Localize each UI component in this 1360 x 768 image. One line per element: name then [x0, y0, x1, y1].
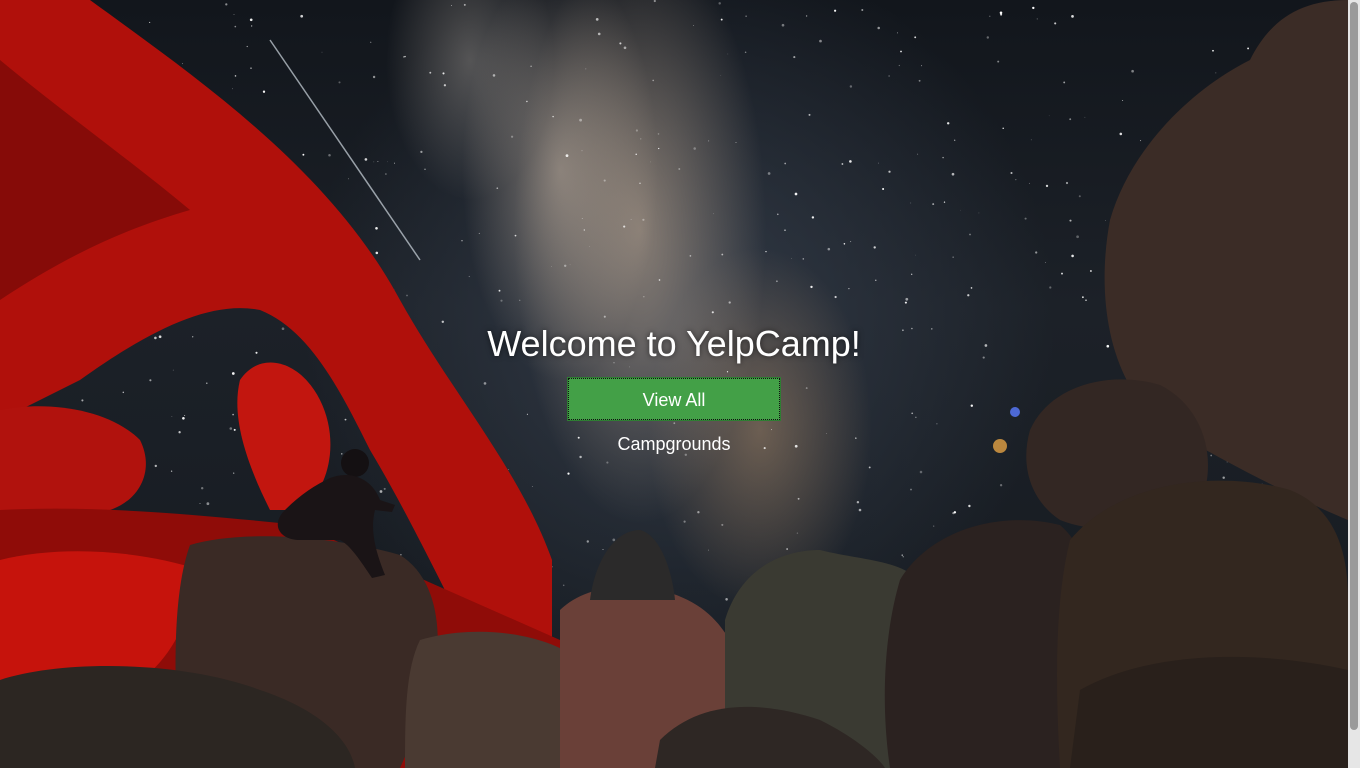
center-rock-top: [590, 530, 675, 600]
landing-page: Welcome to YelpCamp! View All Campground…: [0, 0, 1360, 768]
hero-section: Welcome to YelpCamp! View All Campground…: [0, 320, 1348, 455]
vertical-scrollbar[interactable]: [1348, 0, 1360, 768]
hero-title: Welcome to YelpCamp!: [487, 323, 861, 364]
scrollbar-thumb[interactable]: [1350, 2, 1358, 730]
view-all-campgrounds-button[interactable]: View All Campgrounds: [567, 377, 781, 454]
